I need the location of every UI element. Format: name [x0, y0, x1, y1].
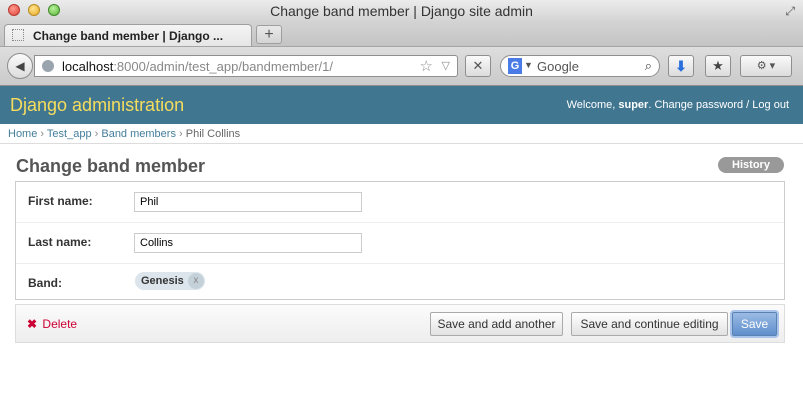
globe-icon	[42, 60, 54, 72]
submit-row: ✖ Delete Save and add another Save and c…	[15, 304, 785, 343]
delete-link[interactable]: ✖ Delete	[27, 317, 77, 331]
band-selection-chip[interactable]: Genesis x	[135, 272, 205, 290]
user-tools: Welcome, super. Change password / Log ou…	[567, 99, 789, 111]
search-icon[interactable]: ⌕	[645, 58, 652, 74]
first-name-input[interactable]	[134, 192, 362, 212]
save-and-add-another-button[interactable]: Save and add another	[430, 312, 563, 336]
window-title: Change band member | Django site admin	[270, 3, 533, 19]
chevron-down-icon[interactable]: ▼	[524, 60, 533, 70]
save-button[interactable]: Save	[732, 312, 777, 336]
window-titlebar: Change band member | Django site admin ⤢	[0, 0, 803, 22]
page-favicon-icon	[12, 29, 24, 41]
search-input[interactable]: Google	[537, 59, 579, 74]
page-title: Change band member	[16, 156, 206, 176]
stop-button[interactable]: ✕	[465, 55, 491, 77]
url-path: :8000/admin/test_app/bandmember/1/	[113, 59, 334, 74]
welcome-text: Welcome,	[566, 99, 619, 111]
bookmark-star-icon[interactable]: ☆	[420, 57, 433, 75]
address-bar[interactable]: localhost:8000/admin/test_app/bandmember…	[34, 55, 458, 77]
navigation-toolbar: ◀ localhost:8000/admin/test_app/bandmemb…	[0, 47, 803, 86]
band-selected-value: Genesis	[141, 275, 184, 287]
addon-menu-button[interactable]: ⚙ ▾	[740, 55, 792, 77]
username: super	[618, 99, 649, 111]
tab-title: Change band member | Django ...	[33, 29, 224, 43]
form-row-last-name: Last name:	[16, 223, 784, 264]
breadcrumb-home[interactable]: Home	[8, 128, 37, 140]
history-button[interactable]: History	[718, 157, 784, 173]
admin-header: Django administration Welcome, super. Ch…	[0, 86, 803, 124]
google-icon[interactable]: G	[508, 58, 522, 74]
back-button[interactable]: ◀	[7, 53, 33, 79]
fullscreen-icon[interactable]: ⤢	[785, 4, 795, 19]
save-and-continue-button[interactable]: Save and continue editing	[571, 312, 728, 336]
breadcrumb-model[interactable]: Band members	[101, 128, 176, 140]
tab-bar: Change band member | Django ... +	[0, 22, 803, 47]
delete-icon: ✖	[27, 317, 38, 331]
breadcrumb-current: Phil Collins	[185, 128, 241, 140]
last-name-input[interactable]	[134, 233, 362, 253]
logout-link[interactable]: Log out	[752, 99, 789, 111]
band-label: Band:	[28, 276, 62, 290]
first-name-label: First name:	[28, 194, 93, 208]
browser-tab-active[interactable]: Change band member | Django ...	[4, 24, 252, 46]
breadcrumb-separator: ›	[37, 128, 47, 140]
change-form-fieldset: First name: Last name: Band: Genesisx	[15, 181, 785, 300]
last-name-label: Last name:	[28, 235, 92, 249]
download-button[interactable]: ⬇	[668, 55, 694, 77]
url-host: localhost	[62, 59, 114, 74]
breadcrumb-separator: ›	[175, 128, 186, 140]
breadcrumb: Home › Test_app › Band members › Phil Co…	[0, 124, 803, 144]
site-branding[interactable]: Django administration	[10, 95, 184, 116]
new-tab-button[interactable]: +	[256, 25, 282, 44]
remove-band-icon[interactable]: x	[187, 273, 204, 289]
url-text: localhost:8000/admin/test_app/bandmember…	[62, 59, 333, 74]
user-tools-divider: /	[743, 99, 753, 111]
history-dropdown-icon[interactable]: ▽	[442, 59, 450, 72]
search-bar[interactable]: G ▼ Google ⌕	[500, 55, 660, 77]
breadcrumb-separator: ›	[91, 128, 102, 140]
bookmarks-button[interactable]: ★	[705, 55, 731, 77]
form-row-band: Band: Genesis x	[16, 264, 784, 304]
form-row-first-name: First name:	[16, 182, 784, 223]
delete-label: Delete	[42, 317, 78, 331]
change-password-link[interactable]: Change password	[654, 99, 743, 111]
breadcrumb-app[interactable]: Test_app	[47, 128, 92, 140]
